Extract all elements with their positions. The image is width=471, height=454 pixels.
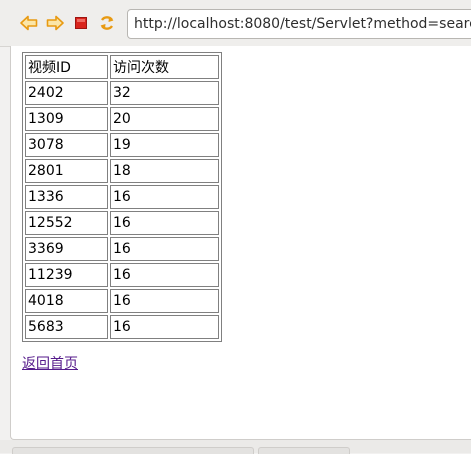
table-row: 2801 18: [25, 159, 219, 183]
return-home-link[interactable]: 返回首页: [22, 353, 78, 373]
table-row: 12552 16: [25, 211, 219, 235]
results-table: 视频ID 访问次数 2402 32 1309 20 3078 19 2801 1…: [22, 52, 222, 342]
cell-video-id: 2801: [25, 159, 108, 183]
table-row: 1336 16: [25, 185, 219, 209]
table-row: 1309 20: [25, 107, 219, 131]
cell-visit-count: 32: [110, 81, 219, 105]
table-row: 2402 32: [25, 81, 219, 105]
stop-icon[interactable]: [71, 13, 91, 33]
cell-video-id: 1336: [25, 185, 108, 209]
back-arrow-icon[interactable]: [19, 13, 39, 33]
cell-visit-count: 16: [110, 289, 219, 313]
url-input[interactable]: http://localhost:8080/test/Servlet?metho…: [127, 9, 471, 39]
cell-visit-count: 16: [110, 211, 219, 235]
cell-video-id: 3078: [25, 133, 108, 157]
cell-video-id: 12552: [25, 211, 108, 235]
cell-visit-count: 16: [110, 263, 219, 287]
cell-video-id: 4018: [25, 289, 108, 313]
cell-visit-count: 16: [110, 185, 219, 209]
column-header-visit-count: 访问次数: [110, 55, 219, 79]
cell-visit-count: 19: [110, 133, 219, 157]
cell-video-id: 11239: [25, 263, 108, 287]
page-content: 视频ID 访问次数 2402 32 1309 20 3078 19 2801 1…: [10, 46, 471, 440]
cell-video-id: 5683: [25, 315, 108, 339]
cell-video-id: 3369: [25, 237, 108, 261]
table-header-row: 视频ID 访问次数: [25, 55, 219, 79]
table-row: 11239 16: [25, 263, 219, 287]
cell-video-id: 1309: [25, 107, 108, 131]
browser-toolbar: http://localhost:8080/test/Servlet?metho…: [0, 0, 471, 47]
cell-visit-count: 18: [110, 159, 219, 183]
cell-visit-count: 16: [110, 315, 219, 339]
cell-visit-count: 16: [110, 237, 219, 261]
cell-video-id: 2402: [25, 81, 108, 105]
table-row: 3369 16: [25, 237, 219, 261]
cell-visit-count: 20: [110, 107, 219, 131]
forward-arrow-icon[interactable]: [45, 13, 65, 33]
refresh-icon[interactable]: [97, 13, 117, 33]
column-header-video-id: 视频ID: [25, 55, 108, 79]
table-row: 3078 19: [25, 133, 219, 157]
table-row: 5683 16: [25, 315, 219, 339]
url-text: http://localhost:8080/test/Servlet?metho…: [134, 16, 471, 32]
table-row: 4018 16: [25, 289, 219, 313]
